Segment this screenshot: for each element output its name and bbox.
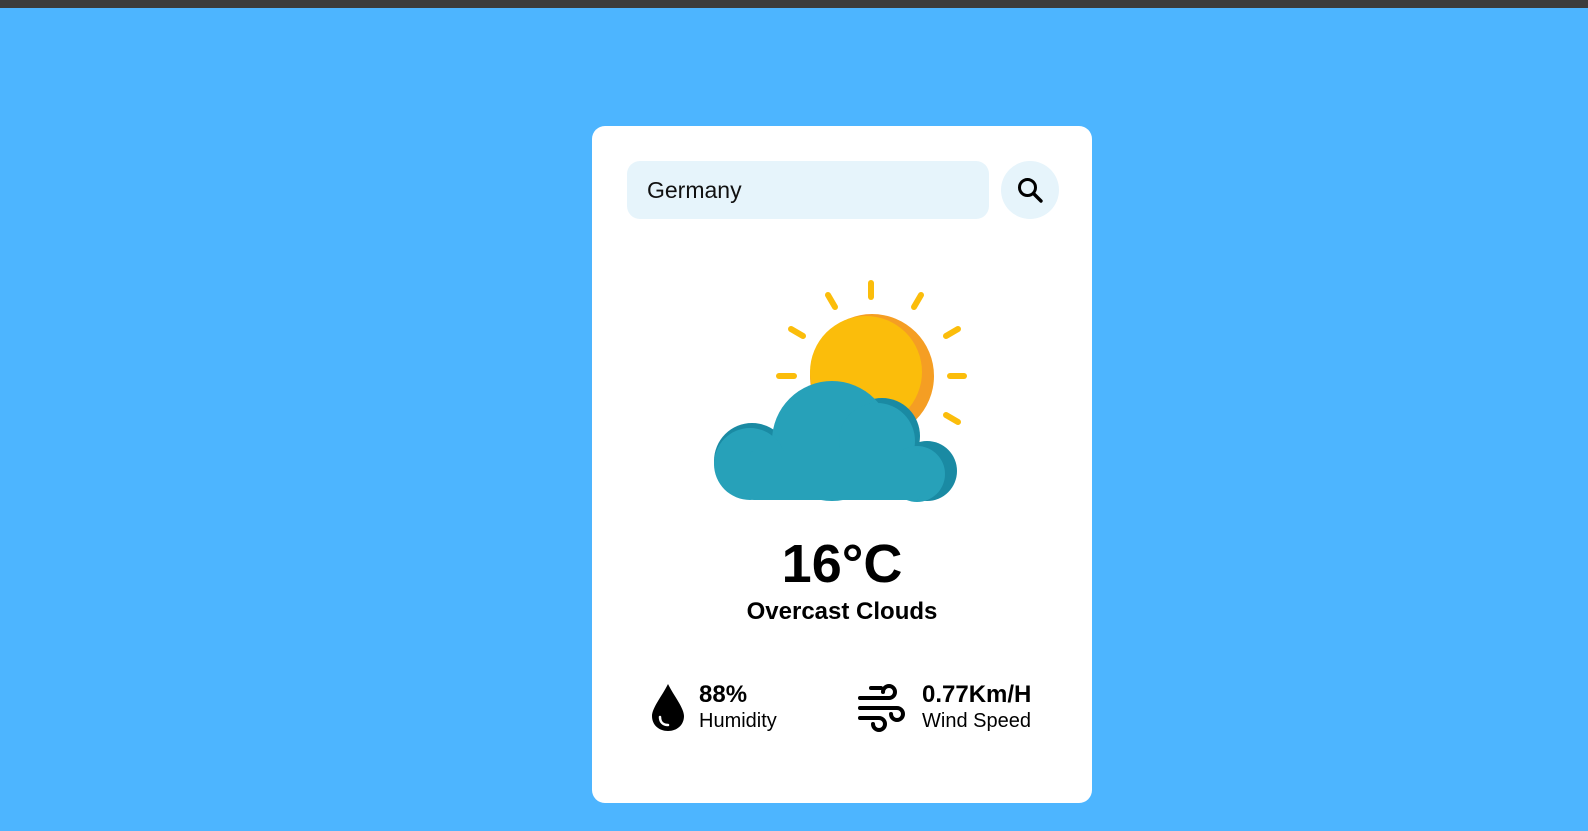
wind-icon <box>858 684 905 732</box>
search-icon <box>1018 178 1043 203</box>
humidity-label: Humidity <box>699 710 777 732</box>
weather-card: 16°C Overcast Clouds 88% Humidity 0.77Km… <box>592 126 1092 803</box>
wind-stat: 0.77Km/H Wind Speed <box>857 680 1057 740</box>
water-drop-icon <box>652 684 684 731</box>
temperature: 16°C <box>781 534 903 594</box>
browser-top-bar <box>0 0 1588 8</box>
wind-speed-value: 0.77Km/H <box>922 681 1032 708</box>
humidity-value: 88% <box>699 681 748 708</box>
search-button[interactable] <box>1001 161 1059 219</box>
search-bar <box>627 161 1059 219</box>
weather-description: Overcast Clouds <box>746 598 938 625</box>
city-search-input[interactable] <box>627 161 989 219</box>
wind-speed-label: Wind Speed <box>922 710 1031 732</box>
humidity-stat: 88% Humidity <box>650 680 820 740</box>
partly-cloudy-icon <box>714 280 967 502</box>
